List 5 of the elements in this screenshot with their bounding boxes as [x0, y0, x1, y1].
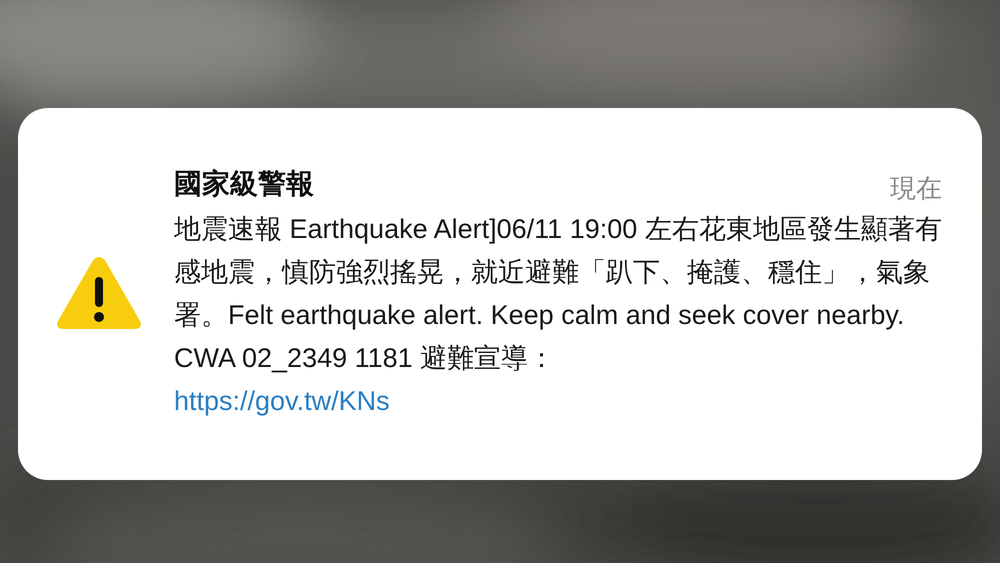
link[interactable]: https://gov.tw/KNs — [174, 380, 390, 423]
notification-title: 國家級警報 — [174, 167, 314, 201]
notification-time: 現在 — [890, 172, 942, 205]
notification-card[interactable]: 國家級警報 現在 地震速報 Earthquake Alert]06/11 19:00 左右花東地區發生顯著有感地震，慎防強烈搖晃，就近避難「趴下、掩護、穩住」，氣象署。Felt earthquake alert. Keep calm and seek cover nearby. CWA 02_2349 1181 避難宣導： https://gov.tw/KNs — [18, 108, 982, 480]
notification-message: 地震速報 Earthquake Alert]06/11 19:00 左右花東地區發生顯著有感地震，慎防強烈搖晃，就近避難「趴下、掩護、穩住」，氣象署。Felt earthquake alert. Keep calm and seek cover nearby. CWA 02_2349 1181 避難宣導： — [174, 213, 942, 375]
